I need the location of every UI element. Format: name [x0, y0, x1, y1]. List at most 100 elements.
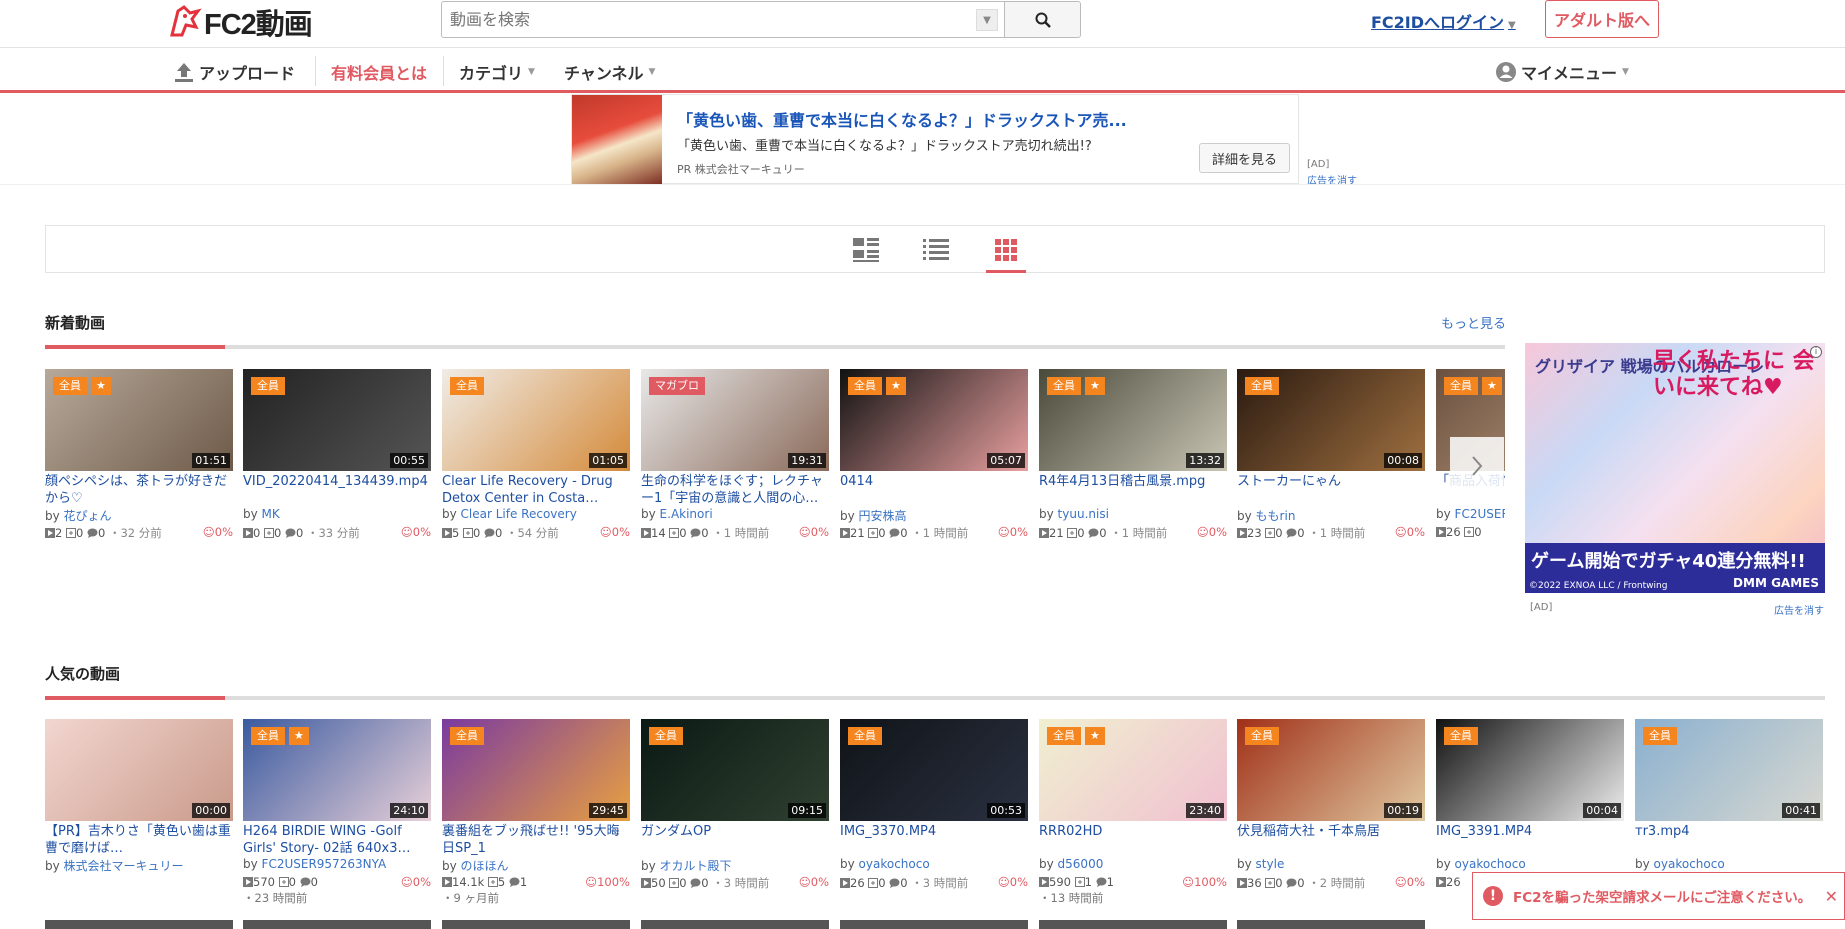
video-card[interactable]: 全員 ★ 24:10 H264 BIRDIE WING -Golf Girls' St… — [243, 719, 431, 906]
uploader-link[interactable]: 花ぴょん — [64, 509, 112, 523]
search-input[interactable] — [442, 2, 976, 37]
search-dropdown-icon[interactable]: ▼ — [976, 9, 998, 31]
carousel-next-button[interactable] — [1450, 437, 1504, 495]
badge-row: 全員 ★ — [53, 377, 111, 395]
login-link[interactable]: FC2IDへログイン ▼ — [1371, 9, 1516, 33]
close-icon[interactable]: ✕ — [1825, 887, 1838, 906]
nav-upload[interactable]: アップロード — [173, 60, 295, 84]
video-title[interactable]: 裏番組をブッ飛ばせ!! '95大晦日SP_1 — [442, 823, 630, 857]
user-icon — [1496, 62, 1516, 82]
uploader-link[interactable]: Clear Life Recovery — [461, 507, 577, 521]
video-card[interactable]: 全員 01:05 Clear Life Recovery - Drug Detox … — [442, 369, 630, 541]
video-thumbnail[interactable]: 全員 00:19 — [1237, 719, 1425, 821]
video-card[interactable]: 全員 00:04 IMG_3391.MP4 by oyakochoco 26 — [1436, 719, 1624, 889]
video-title[interactable]: 【PR】吉木りさ「黄色い歯は重曹で磨けば… — [45, 823, 233, 857]
search-button[interactable] — [1004, 2, 1080, 37]
nav-category[interactable]: カテゴリ ▼ — [459, 60, 535, 84]
video-title[interactable]: 生命の科学をほぐす；レクチャー1「宇宙の意識と人間の心… — [641, 473, 829, 507]
uploader-link[interactable]: のほほん — [461, 859, 509, 873]
video-card[interactable]: 全員 00:55 VID_20220414_134439.mp4 by MK 0 0 0… — [243, 369, 431, 541]
uploader-link[interactable]: E.Akinori — [660, 507, 713, 521]
chevron-down-icon: ▼ — [1622, 67, 1629, 77]
video-card[interactable]: 全員 00:53 IMG_3370.MP4 by oyakochoco 26 0 0 ・… — [840, 719, 1028, 891]
video-thumbnail[interactable]: 全員 29:45 — [442, 719, 630, 821]
view-small-grid-button[interactable] — [986, 234, 1026, 273]
video-thumbnail[interactable]: 全員 00:41 — [1635, 719, 1823, 821]
uploader-link[interactable]: FC2USER957263NYA — [262, 857, 387, 871]
view-large-grid-button[interactable] — [846, 234, 886, 266]
smile-icon: ☺ — [997, 525, 1010, 539]
nav-premium[interactable]: 有料会員とは — [331, 60, 427, 84]
nav-mymenu[interactable]: マイメニュー ▼ — [1495, 60, 1629, 84]
comment-count: 0 — [97, 526, 106, 540]
top-ad-banner[interactable]: 「黄色い歯、重曹で本当に白くなるよ？」ドラックストア売... 「黄色い歯、重曹で… — [571, 94, 1299, 185]
fc2-logo[interactable]: FC2動画 — [168, 2, 313, 42]
video-title[interactable]: 伏見稲荷大社・千本鳥居 — [1237, 823, 1425, 857]
uploader-link[interactable]: FC2USER — [1455, 507, 1505, 521]
badge-row: 全員 — [450, 377, 484, 395]
uploader-link[interactable]: tyuu.nisi — [1058, 507, 1109, 521]
video-thumbnail[interactable]: 全員 ★ 13:32 — [1039, 369, 1227, 471]
video-card[interactable]: 全員 00:08 ストーカーにゃん by ももrin 23 0 0 ・1 時間前 ☺0% — [1237, 369, 1425, 541]
uploader-link[interactable]: oyakochoco — [859, 857, 930, 871]
new-videos-more-link[interactable]: もっと見る — [1441, 313, 1506, 332]
video-card[interactable]: 全員 00:41 тr3.mp4 by oyakochoco — [1635, 719, 1823, 873]
scam-notice[interactable]: ! FC2を騙った架空請求メールにご注意ください。 ✕ — [1472, 872, 1845, 920]
uploader-link[interactable]: oyakochoco — [1654, 857, 1725, 871]
uploader-link[interactable]: d56000 — [1058, 857, 1104, 871]
video-stats: 26 0 — [1436, 525, 1505, 539]
video-card[interactable]: 全員 00:19 伏見稲荷大社・千本鳥居 by style 36 0 0 ・2 時間前 ☺… — [1237, 719, 1425, 891]
video-title[interactable]: IMG_3391.MP4 — [1436, 823, 1624, 857]
video-title[interactable]: H264 BIRDIE WING -Golf Girls' Story- 02話… — [243, 823, 431, 857]
video-thumbnail[interactable]: 全員 ★ 01:51 — [45, 369, 233, 471]
ad-info-icon[interactable]: i — [1810, 346, 1822, 358]
uploader-link[interactable]: オカルト殿下 — [660, 859, 732, 873]
video-thumbnail[interactable]: 00:00 — [45, 719, 233, 821]
uploader-link[interactable]: MK — [262, 507, 280, 521]
video-thumbnail[interactable]: 全員 00:04 — [1436, 719, 1624, 821]
video-thumbnail[interactable]: 全員 01:05 — [442, 369, 630, 471]
rating-value: 0% — [412, 875, 431, 889]
video-title[interactable]: Clear Life Recovery - Drug Detox Center … — [442, 473, 630, 507]
video-thumbnail[interactable]: 全員 ★ 05:07 — [840, 369, 1028, 471]
uploader-link[interactable]: 円安株高 — [859, 509, 907, 523]
video-card[interactable]: 00:00 【PR】吉木りさ「黄色い歯は重曹で磨けば… by 株式会社マーキュリー — [45, 719, 233, 873]
video-title[interactable]: тr3.mp4 — [1635, 823, 1823, 857]
video-thumbnail[interactable]: 全員 00:53 — [840, 719, 1028, 821]
video-thumbnail[interactable]: 全員 ★ 24:10 — [243, 719, 431, 821]
nav-channel[interactable]: チャンネル ▼ — [564, 60, 655, 84]
play-count-icon — [641, 528, 651, 538]
uploader-link[interactable]: oyakochoco — [1455, 857, 1526, 871]
video-title[interactable]: ストーカーにゃん — [1237, 473, 1425, 507]
video-thumbnail[interactable]: 全員 ★ 23:40 — [1039, 719, 1227, 821]
uploader-link[interactable]: style — [1256, 857, 1285, 871]
video-thumbnail[interactable]: 全員 09:15 — [641, 719, 829, 821]
uploader-link[interactable]: ももrin — [1256, 509, 1296, 523]
uploader-link[interactable]: 株式会社マーキュリー — [64, 859, 184, 873]
video-card[interactable]: 全員 29:45 裏番組をブッ飛ばせ!! '95大晦日SP_1 by のほほん 14.1… — [442, 719, 630, 906]
side-ad-banner[interactable]: グリザイア 戦場のバルカローレ 早く私たちに 会いに来てね♥ i ゲーム開始でガ… — [1525, 343, 1825, 593]
video-title[interactable]: VID_20220414_134439.mp4 — [243, 473, 431, 507]
adult-button[interactable]: アダルト版へ — [1545, 0, 1659, 38]
view-list-button[interactable] — [916, 234, 956, 266]
video-title[interactable]: 0414 — [840, 473, 1028, 507]
video-card[interactable]: マガブロ 19:31 生命の科学をほぐす；レクチャー1「宇宙の意識と人間の心… by … — [641, 369, 829, 541]
video-title[interactable]: R4年4月13日稽古風景.mpg — [1039, 473, 1227, 507]
video-thumbnail[interactable]: 全員 00:08 — [1237, 369, 1425, 471]
video-card[interactable]: 全員 ★ 13:32 R4年4月13日稽古風景.mpg by tyuu.nisi 21 0… — [1039, 369, 1227, 541]
play-count: 36 — [1247, 876, 1262, 890]
ad-details-button[interactable]: 詳細を見る — [1199, 143, 1290, 173]
video-card[interactable]: 全員 ★ 23:40 RRR02HD by d56000 590 1 1 ☺100% ・13… — [1039, 719, 1227, 906]
video-thumbnail[interactable]: マガブロ 19:31 — [641, 369, 829, 471]
video-card[interactable]: 全員 ★ 01:51 顔ペシペシは、茶トラが好きだから♡ by 花ぴょん 2 0 0 ・3… — [45, 369, 233, 541]
video-title[interactable]: ガンダムOP — [641, 823, 829, 857]
video-title[interactable]: IMG_3370.MP4 — [840, 823, 1028, 857]
uploader-prefix: by — [442, 859, 461, 873]
video-thumbnail[interactable]: 全員 00:55 — [243, 369, 431, 471]
ad-remove-link[interactable]: 広告を消す — [1774, 602, 1824, 617]
ad-title[interactable]: 「黄色い歯、重曹で本当に白くなるよ？」ドラックストア売... — [677, 107, 1127, 131]
video-card[interactable]: 全員 ★ 05:07 0414 by 円安株高 21 0 0 ・1 時間前 ☺0% — [840, 369, 1028, 541]
video-card[interactable]: 全員 09:15 ガンダムOP by オカルト殿下 50 0 0 ・3 時間前 ☺0% — [641, 719, 829, 891]
video-title[interactable]: 顔ペシペシは、茶トラが好きだから♡ — [45, 473, 233, 507]
video-title[interactable]: RRR02HD — [1039, 823, 1227, 857]
